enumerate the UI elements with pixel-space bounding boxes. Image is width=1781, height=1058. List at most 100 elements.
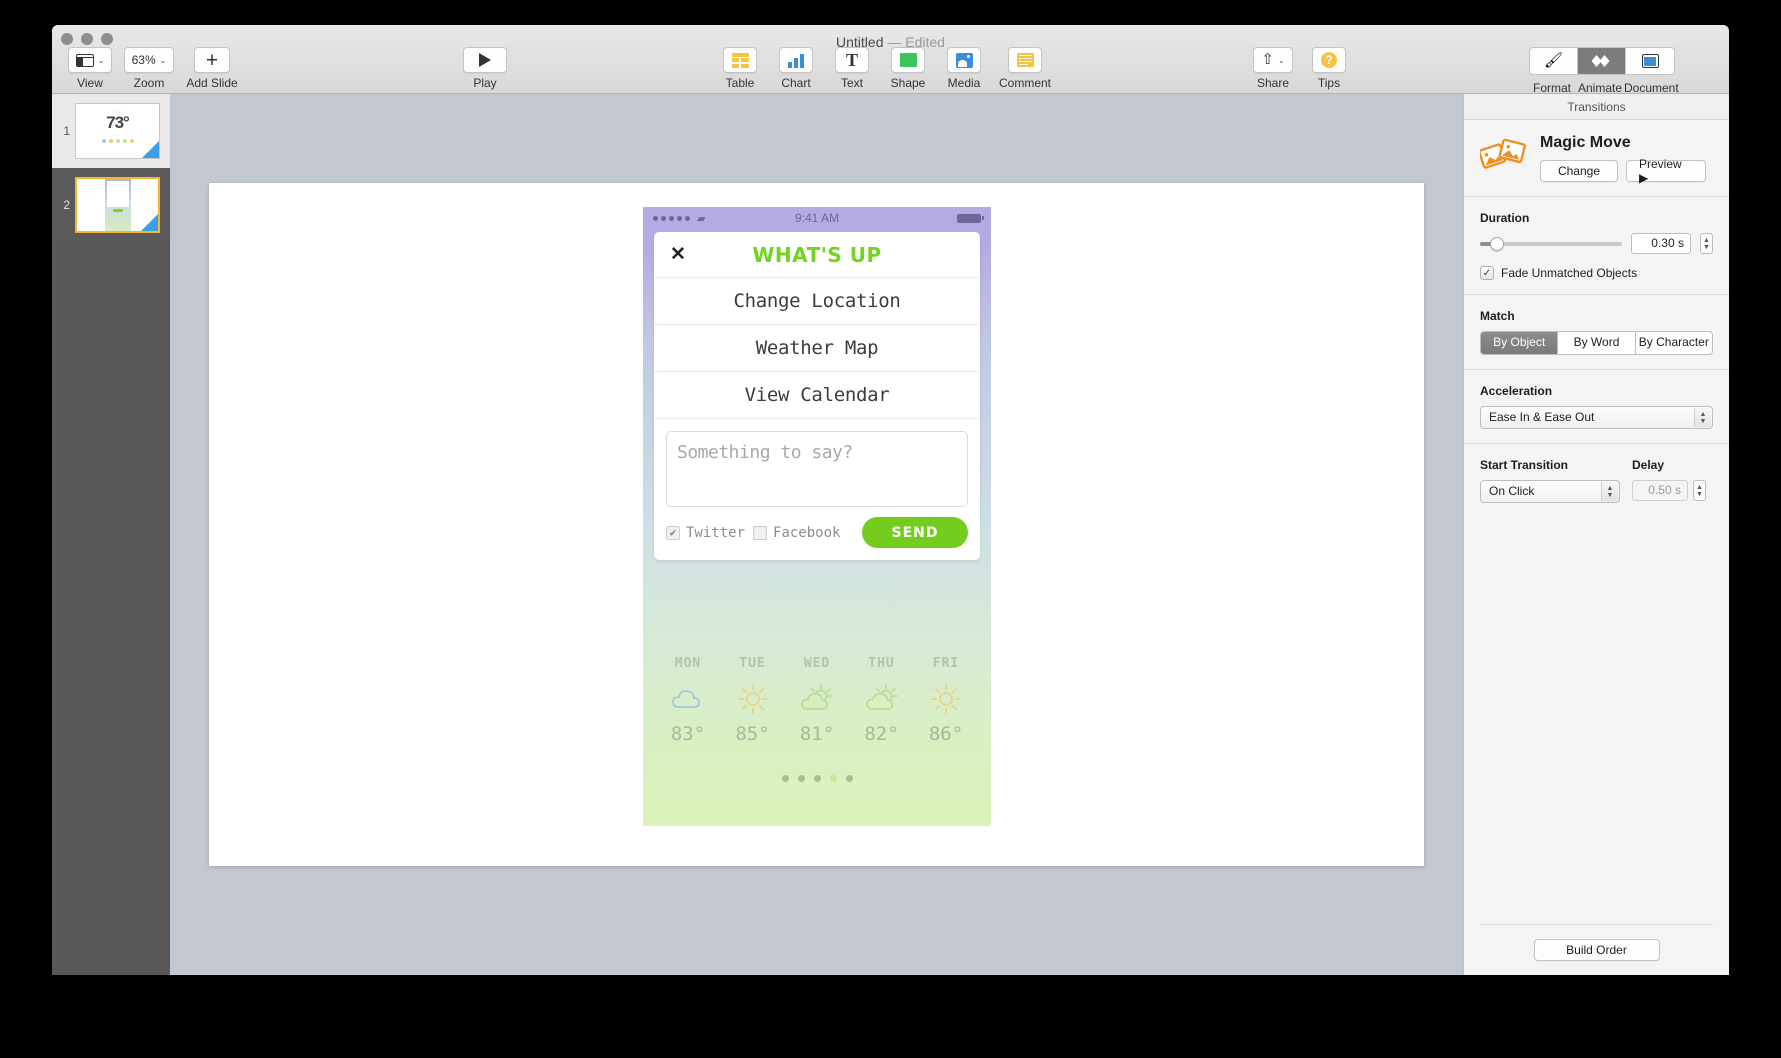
duration-value-field[interactable]: 0.30 s (1631, 233, 1691, 254)
change-transition-button[interactable]: Change (1540, 160, 1618, 182)
tips-label: Tips (1317, 76, 1341, 90)
tab-format[interactable]: 🖌 (1530, 48, 1578, 74)
start-transition-value: On Click (1489, 484, 1535, 498)
inspector-tab-group: 🖌 Format Animate Document (1528, 47, 1679, 95)
transition-name: Magic Move (1540, 134, 1631, 151)
match-segmented-control[interactable]: By Object By Word By Character (1480, 331, 1713, 355)
zoom-value: 63% (131, 53, 156, 67)
close-icon[interactable]: ✕ (670, 245, 686, 264)
zoom-button-toolbar[interactable]: 63% ⌄ Zoom (118, 47, 180, 90)
menu-item-view-calendar[interactable]: View Calendar (654, 372, 980, 419)
shape-button[interactable]: Shape (880, 47, 936, 90)
duration-slider-knob[interactable] (1490, 236, 1504, 251)
forecast-row: MON 83° TUE 85° WED 81° THU 82° FRI 86° (661, 656, 973, 745)
page-dot[interactable] (781, 775, 789, 782)
main-body: 1 ⋯ ⌁ ⋯ 73° ▫ ▫ ▫ ▫ 2 ▰ 9:41 AM ✕ WHAT'S… (52, 94, 1729, 975)
chart-label: Chart (781, 76, 811, 90)
view-button[interactable]: ⌄ View (62, 47, 118, 90)
share-icon: ⇧ (1261, 51, 1274, 68)
duration-stepper[interactable]: ▲ ▼ (1700, 233, 1713, 254)
preview-transition-button[interactable]: Preview ▶ (1626, 157, 1706, 185)
forecast-day-wed: WED 81° (790, 656, 844, 745)
toolbar-right-group: ⇧ ⌄ Share ? Tips (1245, 47, 1357, 90)
checkbox-twitter[interactable]: ✔ Twitter (666, 525, 745, 541)
page-dot[interactable] (797, 775, 805, 782)
start-transition-select[interactable]: On Click ▲ ▼ (1480, 480, 1620, 503)
forecast-temperature: 82° (864, 723, 899, 745)
chevron-down-icon: ⌄ (159, 55, 167, 65)
phone-mockup: ▰ 9:41 AM ✕ WHAT'S UP Change Location We… (643, 207, 991, 826)
sun-behind-cloud-icon (855, 679, 909, 719)
forecast-day-thu: THU 82° (855, 656, 909, 745)
duration-slider[interactable] (1480, 236, 1622, 251)
checkbox-icon[interactable]: ✓ (1480, 266, 1494, 280)
forecast-temperature: 86° (928, 723, 964, 745)
slide-number: 1 (63, 124, 70, 138)
menu-item-weather-map[interactable]: Weather Map (654, 325, 980, 372)
build-order-button[interactable]: Build Order (1533, 939, 1660, 961)
text-label: Text (840, 76, 863, 90)
checkbox-facebook[interactable]: Facebook (753, 525, 840, 541)
tab-animate[interactable] (1578, 48, 1626, 74)
match-option-by-character[interactable]: By Character (1636, 332, 1712, 354)
build-order-section: Build Order (1480, 924, 1713, 961)
send-button[interactable]: SEND (862, 517, 968, 548)
acceleration-select[interactable]: Ease In & Ease Out ▲ ▼ (1480, 406, 1713, 429)
transition-section: Magic Move Change Preview ▶ (1464, 120, 1729, 197)
preview-phone (104, 179, 131, 231)
chevron-down-icon: ⌄ (97, 55, 105, 65)
comment-button[interactable]: Comment (992, 47, 1058, 90)
match-option-by-object[interactable]: By Object (1481, 332, 1559, 354)
page-dot-active[interactable] (829, 775, 837, 782)
sun-icon (919, 679, 973, 719)
tips-button[interactable]: ? Tips (1301, 47, 1357, 90)
slide-navigator[interactable]: 1 ⋯ ⌁ ⋯ 73° ▫ ▫ ▫ ▫ 2 (52, 94, 170, 975)
delay-stepper[interactable]: ▲ ▼ (1693, 480, 1706, 501)
add-slide-button[interactable]: + Add Slide (180, 47, 244, 90)
slide-canvas[interactable]: ▰ 9:41 AM ✕ WHAT'S UP Change Location We… (209, 183, 1424, 866)
chart-button[interactable]: Chart (768, 47, 824, 90)
slide-thumbnail[interactable] (75, 177, 160, 233)
forecast-temperature: 81° (799, 723, 835, 745)
status-bar-time: 9:41 AM (794, 211, 840, 225)
zoom-label: Zoom (133, 76, 165, 90)
app-brand-title: WHAT'S UP (752, 242, 882, 267)
diamonds-icon (1591, 55, 1612, 67)
shape-label: Shape (890, 76, 926, 90)
fade-unmatched-objects-label: Fade Unmatched Objects (1501, 266, 1638, 280)
page-dot[interactable] (845, 775, 853, 782)
view-layout-icon (75, 53, 94, 67)
page-indicator-dots[interactable] (661, 775, 973, 782)
share-label: Share (1256, 76, 1290, 90)
navigator-slide-1[interactable]: 1 ⋯ ⌁ ⋯ 73° ▫ ▫ ▫ ▫ (52, 94, 170, 168)
checkbox-facebook-label: Facebook (773, 524, 841, 541)
share-button[interactable]: ⇧ ⌄ Share (1245, 47, 1301, 90)
document-icon (1641, 54, 1659, 68)
checkbox-icon[interactable] (753, 525, 768, 540)
tab-format-label: Format (1532, 81, 1571, 95)
canvas-area[interactable]: ▰ 9:41 AM ✕ WHAT'S UP Change Location We… (170, 94, 1463, 975)
text-button[interactable]: T Text (824, 47, 880, 90)
media-button[interactable]: Media (936, 47, 992, 90)
start-transition-section: Start Transition On Click ▲ ▼ Delay 0.50 … (1464, 444, 1729, 517)
toolbar-play-group: Play (457, 47, 513, 90)
compose-textarea[interactable]: Something to say? (666, 431, 968, 507)
play-button[interactable]: Play (457, 47, 513, 90)
navigator-slide-2[interactable]: 2 (52, 168, 170, 242)
table-button[interactable]: Table (712, 47, 768, 90)
cloud-icon (661, 679, 715, 719)
slide-thumbnail[interactable]: ⋯ ⌁ ⋯ 73° ▫ ▫ ▫ ▫ (75, 103, 160, 159)
checkbox-icon[interactable]: ✔ (666, 525, 680, 540)
inspector-tabs[interactable]: 🖌 (1529, 47, 1675, 75)
chart-icon (787, 53, 805, 68)
sun-behind-cloud-icon (790, 679, 844, 719)
tab-document[interactable] (1626, 48, 1674, 74)
comment-icon (1016, 53, 1034, 67)
fade-unmatched-objects-row[interactable]: ✓ Fade Unmatched Objects (1480, 266, 1713, 280)
page-dot[interactable] (813, 775, 821, 782)
weather-forecast: MON 83° TUE 85° WED 81° THU 82° FRI 86° (643, 636, 991, 826)
match-option-by-word[interactable]: By Word (1558, 332, 1636, 354)
delay-value-field[interactable]: 0.50 s (1632, 480, 1688, 501)
menu-item-change-location[interactable]: Change Location (654, 278, 980, 325)
compose-area: Something to say? (654, 419, 980, 507)
